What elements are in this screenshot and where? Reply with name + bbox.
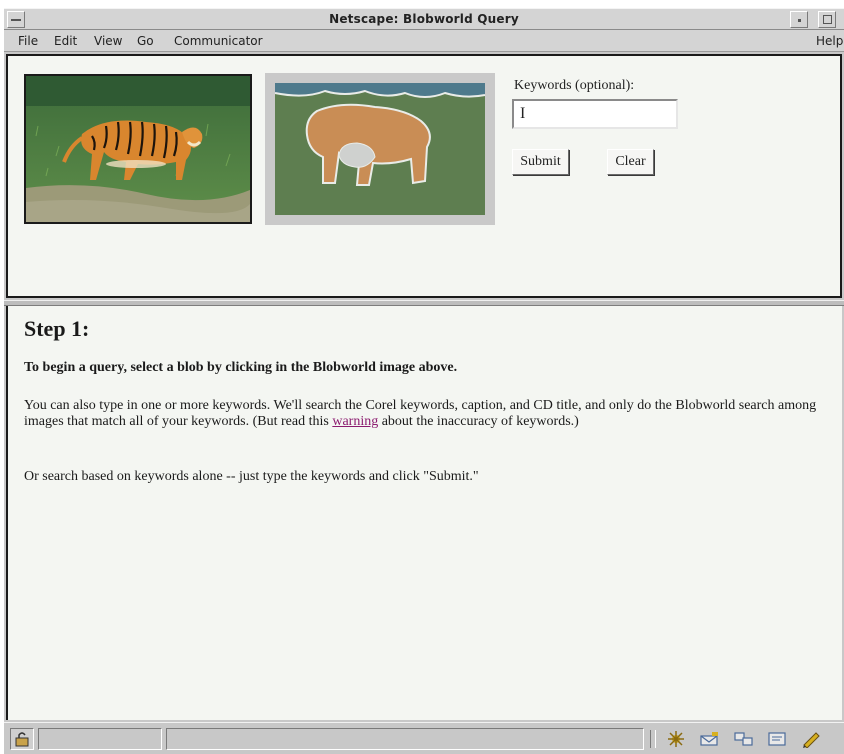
menu-file[interactable]: File <box>18 34 38 48</box>
menu-edit[interactable]: Edit <box>54 34 77 48</box>
keywords-paragraph: You can also type in one or more keyword… <box>24 398 824 430</box>
status-bar <box>4 722 844 754</box>
security-lock-button[interactable] <box>10 728 34 750</box>
step-instruction: To begin a query, select a blob by click… <box>24 360 458 375</box>
menu-view[interactable]: View <box>94 34 122 48</box>
keywords-label: Keywords (optional): <box>514 78 635 93</box>
navigator-icon[interactable] <box>664 730 688 748</box>
status-field-message <box>166 728 644 750</box>
blobworld-map[interactable] <box>265 73 495 225</box>
step-title: Step 1: <box>24 316 90 341</box>
maximize-icon <box>823 15 832 24</box>
menu-go[interactable]: Go <box>137 34 154 48</box>
menu-bar: File Edit View Go Communicator Help <box>4 30 844 52</box>
component-bar-grip[interactable] <box>650 730 656 748</box>
query-frame: Keywords (optional): Submit Clear <box>6 54 842 298</box>
browser-window: Netscape: Blobworld Query File Edit View… <box>4 8 844 754</box>
minimize-button[interactable] <box>790 11 808 28</box>
menu-communicator[interactable]: Communicator <box>174 34 263 48</box>
lock-icon <box>15 732 29 747</box>
composer-icon[interactable] <box>766 730 790 748</box>
keywords-paragraph-tail: about the inaccuracy of keywords.) <box>378 414 579 429</box>
menu-help[interactable]: Help <box>816 34 843 48</box>
submit-button[interactable]: Submit <box>512 149 569 175</box>
instructions-frame: Step 1: To begin a query, select a blob … <box>6 306 842 720</box>
mail-icon[interactable] <box>698 730 722 748</box>
edit-pen-icon[interactable] <box>800 730 824 748</box>
status-field-progress <box>38 728 162 750</box>
clear-button[interactable]: Clear <box>607 149 654 175</box>
window-title: Netscape: Blobworld Query <box>329 12 519 26</box>
query-photo-tiger <box>24 74 252 224</box>
title-bar: Netscape: Blobworld Query <box>4 8 844 30</box>
keywords-input[interactable] <box>512 99 678 129</box>
warning-link[interactable]: warning <box>332 414 378 429</box>
minimize-icon <box>798 19 801 22</box>
keywords-only-paragraph: Or search based on keywords alone -- jus… <box>24 469 479 484</box>
discussion-icon[interactable] <box>732 730 756 748</box>
maximize-button[interactable] <box>818 11 836 28</box>
